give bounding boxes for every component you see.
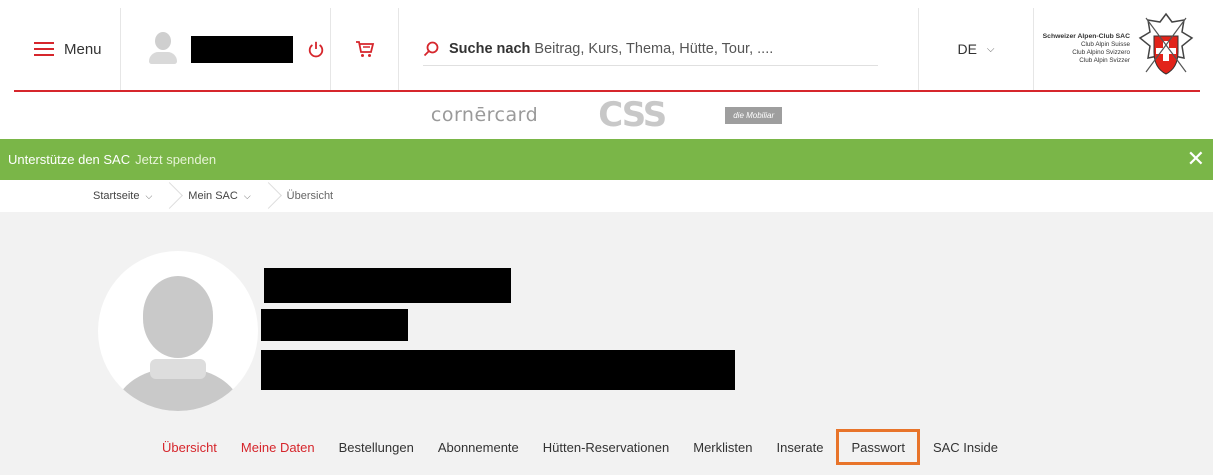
donate-text: Unterstütze den SAC — [8, 152, 131, 167]
breadcrumb-separator — [164, 180, 178, 212]
redacted-member-number — [261, 309, 408, 341]
breadcrumb-separator — [263, 180, 277, 212]
redacted-address — [261, 350, 735, 390]
donate-banner: Unterstütze den SAC Jetzt spenden ✕ — [0, 139, 1213, 180]
profile-avatar[interactable] — [98, 251, 258, 411]
tab-bestellungen[interactable]: Bestellungen — [327, 432, 426, 462]
sponsor-cornercard-logo[interactable]: cornērcard — [431, 104, 538, 126]
language-selector[interactable]: DE ⌵ — [919, 8, 1034, 90]
search-icon — [423, 41, 439, 56]
logo-line-fr: Club Alpin Suisse — [1080, 41, 1130, 48]
sac-logo[interactable]: Schweizer Alpen-Club SAC Club Alpin Suis… — [1034, 8, 1200, 90]
breadcrumb-item-uebersicht: Übersicht — [287, 180, 345, 212]
user-avatar-icon — [149, 32, 177, 66]
search-label: Suche nach — [449, 40, 531, 57]
user-account[interactable] — [121, 8, 331, 90]
menu-button[interactable]: Menu — [14, 8, 121, 90]
search-input[interactable]: Suche nach Beitrag, Kurs, Thema, Hütte, … — [423, 32, 878, 66]
breadcrumb-label: Übersicht — [286, 190, 334, 202]
cart-icon — [355, 41, 374, 57]
breadcrumb-label: Startseite — [93, 190, 140, 202]
profile-tabs: Übersicht Meine Daten Bestellungen Abonn… — [150, 429, 1010, 465]
close-icon[interactable]: ✕ — [1187, 148, 1205, 170]
logo-text: Schweizer Alpen-Club SAC Club Alpin Suis… — [1043, 33, 1130, 65]
tab-abonnemente[interactable]: Abonnemente — [426, 432, 531, 462]
sponsor-mobiliar-logo[interactable]: die Mobiliar — [725, 106, 783, 124]
tab-huetten-reservationen[interactable]: Hütten-Reservationen — [531, 432, 681, 462]
breadcrumb-item-startseite[interactable]: Startseite ⌵ — [93, 180, 164, 212]
site-header: Menu Suche nach Beitrag, Kurs, Thema, Hü… — [14, 8, 1200, 92]
redacted-username — [191, 35, 293, 63]
chevron-down-icon: ⌵ — [145, 190, 153, 201]
logo-title: Schweizer Alpen-Club SAC — [1042, 33, 1130, 40]
sponsor-css-logo[interactable]: CSS — [598, 95, 667, 135]
donate-link[interactable]: Jetzt spenden — [135, 152, 216, 167]
sac-crest-icon — [1138, 12, 1194, 75]
chevron-down-icon: ⌵ — [243, 190, 251, 201]
tab-inserate[interactable]: Inserate — [764, 432, 835, 462]
logout-power-icon[interactable] — [307, 40, 325, 58]
logo-line-it: Club Alpino Svizzero — [1072, 49, 1130, 56]
search-placeholder: Beitrag, Kurs, Thema, Hütte, Tour, .... — [534, 40, 774, 57]
tab-merklisten[interactable]: Merklisten — [681, 432, 764, 462]
tab-uebersicht[interactable]: Übersicht — [150, 432, 229, 462]
sponsor-bar: cornērcard CSS die Mobiliar — [0, 94, 1213, 136]
language-label: DE — [957, 41, 977, 57]
breadcrumb: Startseite ⌵ Mein SAC ⌵ Übersicht — [0, 180, 1213, 212]
search-area: Suche nach Beitrag, Kurs, Thema, Hütte, … — [399, 8, 919, 90]
breadcrumb-item-mein-sac[interactable]: Mein SAC ⌵ — [188, 180, 262, 212]
page: Menu Suche nach Beitrag, Kurs, Thema, Hü… — [0, 0, 1213, 475]
menu-label: Menu — [64, 40, 102, 58]
tab-passwort[interactable]: Passwort — [836, 429, 920, 465]
tab-sac-inside[interactable]: SAC Inside — [921, 432, 1010, 462]
redacted-name — [264, 268, 511, 303]
logo-line-rm: Club Alpin Svizzer — [1079, 57, 1130, 64]
breadcrumb-label: Mein SAC — [188, 190, 238, 202]
chevron-down-icon: ⌵ — [986, 43, 995, 55]
hamburger-icon — [34, 42, 54, 56]
tab-meine-daten[interactable]: Meine Daten — [229, 432, 327, 462]
profile-section: Übersicht Meine Daten Bestellungen Abonn… — [0, 212, 1213, 475]
cart-button[interactable] — [331, 8, 399, 90]
